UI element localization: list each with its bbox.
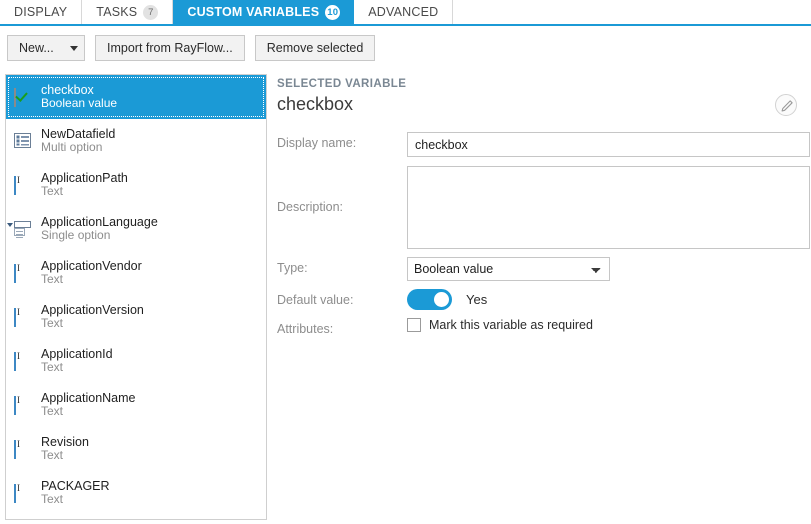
toolbar: New... Import from RayFlow... Remove sel… [0, 26, 811, 70]
single-option-icon [14, 221, 32, 237]
text-field-icon [14, 353, 32, 369]
variable-type: Text [41, 405, 136, 419]
list-item[interactable]: ApplicationLanguageSingle option [6, 207, 266, 251]
variable-type: Text [41, 185, 128, 199]
tab-tasks-label: TASKS [96, 6, 137, 19]
variable-type: Single option [41, 229, 158, 243]
chevron-down-icon [70, 46, 78, 51]
list-item[interactable]: ApplicationVendorText [6, 251, 266, 295]
description-row: Description: [277, 166, 811, 254]
mark-required-label: Mark this variable as required [429, 318, 593, 332]
tab-tasks[interactable]: TASKS 7 [82, 0, 173, 24]
mark-required-checkbox[interactable] [407, 318, 421, 332]
variable-type: Boolean value [41, 97, 117, 111]
variables-list[interactable]: checkboxBoolean valueNewDatafieldMulti o… [5, 74, 267, 520]
list-item[interactable]: NewDatafieldMulti option [6, 119, 266, 163]
variable-type: Text [41, 361, 113, 375]
new-button[interactable]: New... [7, 35, 85, 61]
variable-name: ApplicationName [41, 391, 136, 405]
variable-name: PACKAGER [41, 479, 110, 493]
variable-name: Revision [41, 435, 89, 449]
text-field-icon [14, 397, 32, 413]
variable-name: NewDatafield [41, 127, 115, 141]
selected-variable-title: checkbox [277, 94, 353, 115]
attributes-label: Attributes: [277, 318, 407, 336]
variable-name: ApplicationVendor [41, 259, 142, 273]
multi-option-icon [14, 133, 32, 149]
tab-display[interactable]: DISPLAY [0, 0, 82, 24]
variable-type: Text [41, 317, 144, 331]
tab-tasks-badge: 7 [143, 5, 158, 20]
tab-advanced-label: ADVANCED [368, 6, 438, 19]
checkbox-icon [14, 89, 32, 105]
selected-variable-caption: SELECTED VARIABLE [277, 78, 406, 90]
variable-type: Multi option [41, 141, 115, 155]
type-row: Type: Boolean valueTextMulti optionSingl… [277, 257, 811, 281]
list-item[interactable]: PACKAGERText [6, 471, 266, 515]
list-item[interactable]: ApplicationIdText [6, 339, 266, 383]
attributes-row: Attributes: Mark this variable as requir… [277, 318, 811, 336]
remove-selected-button[interactable]: Remove selected [255, 35, 376, 61]
tab-custom-variables-label: CUSTOM VARIABLES [187, 6, 319, 19]
variable-type: Text [41, 273, 142, 287]
variable-type: Text [41, 493, 110, 507]
tab-bar: DISPLAY TASKS 7 CUSTOM VARIABLES 10 ADVA… [0, 0, 811, 26]
tab-bar-filler [453, 0, 811, 24]
display-name-input[interactable] [407, 132, 810, 157]
tab-custom-variables[interactable]: CUSTOM VARIABLES 10 [173, 0, 354, 24]
list-item[interactable]: RevisionText [6, 427, 266, 471]
default-value-toggle[interactable] [407, 289, 452, 310]
default-value-row: Default value: Yes [277, 289, 811, 310]
variable-name: ApplicationLanguage [41, 215, 158, 229]
tab-custom-variables-badge: 10 [325, 5, 340, 20]
display-name-row: Display name: [277, 132, 811, 157]
toggle-knob [434, 292, 449, 307]
list-item[interactable]: ApplicationVersionText [6, 295, 266, 339]
text-field-icon [14, 309, 32, 325]
variable-name: checkbox [41, 83, 117, 97]
description-textarea[interactable] [407, 166, 810, 249]
selected-variable-panel: SELECTED VARIABLE checkbox Display name:… [277, 74, 811, 524]
type-select[interactable]: Boolean valueTextMulti optionSingle opti… [407, 257, 610, 281]
default-value-label: Default value: [277, 289, 407, 310]
list-item[interactable]: ApplicationPathText [6, 163, 266, 207]
description-label: Description: [277, 166, 407, 254]
list-item[interactable]: checkboxBoolean value [6, 75, 266, 119]
tab-display-label: DISPLAY [14, 6, 67, 19]
display-name-label: Display name: [277, 132, 407, 157]
variable-type: Text [41, 449, 89, 463]
variable-name: ApplicationVersion [41, 303, 144, 317]
variable-name: ApplicationId [41, 347, 113, 361]
text-field-icon [14, 485, 32, 501]
type-label: Type: [277, 257, 407, 281]
text-field-icon [14, 265, 32, 281]
pencil-icon[interactable] [775, 94, 797, 116]
list-item[interactable]: ApplicationNameText [6, 383, 266, 427]
text-field-icon [14, 177, 32, 193]
default-value-state-text: Yes [466, 292, 487, 307]
new-button-label: New... [19, 41, 54, 55]
import-from-rayflow-button[interactable]: Import from RayFlow... [95, 35, 245, 61]
text-field-icon [14, 441, 32, 457]
tab-advanced[interactable]: ADVANCED [354, 0, 453, 24]
variable-name: ApplicationPath [41, 171, 128, 185]
